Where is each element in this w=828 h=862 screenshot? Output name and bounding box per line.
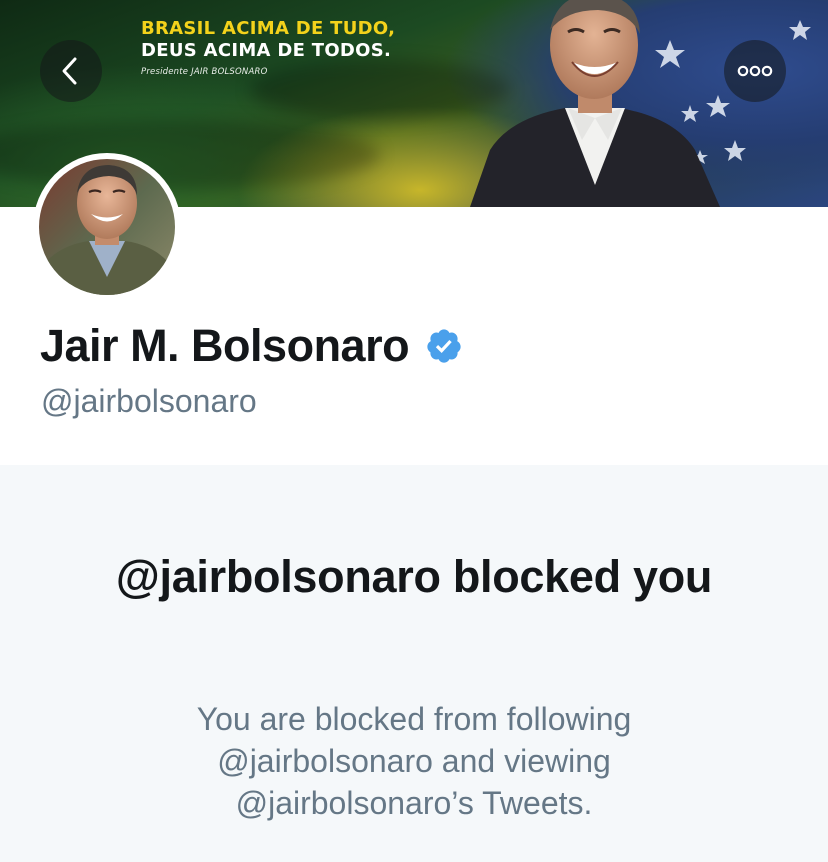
- more-options-button[interactable]: [724, 40, 786, 102]
- verified-badge-icon: [427, 329, 461, 363]
- more-horizontal-icon: [737, 65, 773, 77]
- profile-avatar[interactable]: [33, 153, 181, 301]
- banner-slogan: BRASIL ACIMA DE TUDO, DEUS ACIMA DE TODO…: [141, 18, 395, 77]
- profile-handle: @jairbolsonaro: [41, 383, 257, 419]
- display-name: Jair M. Bolsonaro: [40, 320, 410, 371]
- back-button[interactable]: [40, 40, 102, 102]
- profile-name-row: Jair M. Bolsonaro: [40, 320, 463, 372]
- avatar-photo: [39, 159, 175, 295]
- blocked-description: You are blocked from following @jairbols…: [196, 701, 632, 821]
- banner-caption: Presidente JAIR BOLSONARO: [141, 67, 268, 77]
- chevron-left-icon: [62, 57, 77, 85]
- blocked-title: @jairbolsonaro blocked you: [115, 551, 713, 602]
- banner-portrait: [470, 0, 720, 207]
- banner-headline-line2: DEUS ACIMA DE TODOS.: [141, 40, 392, 61]
- banner-headline-line1: BRASIL ACIMA DE TUDO,: [141, 18, 396, 39]
